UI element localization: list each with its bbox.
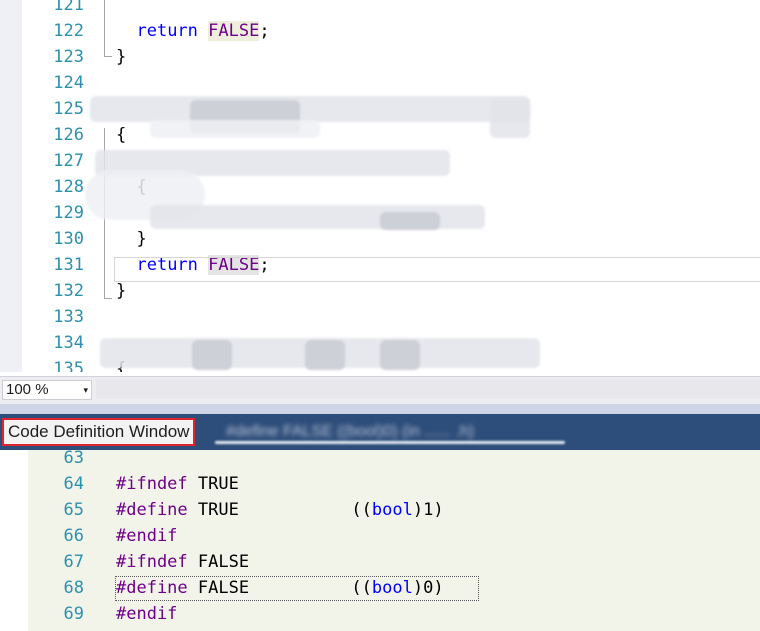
definition-line: 65 #define TRUE ((bool)1) bbox=[0, 497, 760, 523]
code-token: TRUE bbox=[187, 474, 239, 494]
code-token: ; bbox=[259, 21, 270, 41]
editor-line: 123} bbox=[0, 44, 760, 70]
code-token: FALSE bbox=[208, 21, 260, 41]
line-number: 134 bbox=[53, 333, 84, 353]
line-number: 131 bbox=[53, 255, 84, 275]
line-number: 123 bbox=[53, 47, 84, 67]
code-text: #ifndef TRUE bbox=[116, 471, 239, 497]
line-number: 122 bbox=[53, 21, 84, 41]
code-token: )1) bbox=[412, 500, 444, 520]
definition-line: 67 #ifndef FALSE bbox=[0, 549, 760, 575]
editor-line: 126 { bbox=[0, 122, 760, 148]
code-token: } bbox=[116, 281, 127, 301]
editor-status-bar: 100 % ▾ bbox=[0, 376, 760, 404]
code-token: #endif bbox=[116, 526, 178, 546]
editor-line: 122 return FALSE; bbox=[0, 18, 760, 44]
line-number: 135 bbox=[53, 359, 84, 372]
redacted-text bbox=[90, 96, 530, 122]
redacted-text bbox=[380, 212, 440, 230]
code-token: #ifndef bbox=[116, 552, 188, 572]
code-text: #endif bbox=[116, 523, 177, 549]
chevron-down-icon: ▾ bbox=[83, 385, 88, 395]
definition-line: 69 #endif bbox=[0, 601, 760, 627]
definition-line: 66 #endif bbox=[0, 523, 760, 549]
line-number: 63 bbox=[63, 450, 84, 468]
code-token: return bbox=[136, 21, 209, 41]
fold-guide-end bbox=[104, 298, 112, 299]
line-number: 66 bbox=[63, 526, 84, 546]
definition-selection bbox=[115, 576, 479, 601]
line-number: 133 bbox=[53, 307, 84, 327]
redacted-text bbox=[380, 340, 420, 370]
current-line-highlight bbox=[114, 257, 760, 282]
line-number: 65 bbox=[63, 500, 84, 520]
line-number: 132 bbox=[53, 281, 84, 301]
line-number: 68 bbox=[63, 578, 84, 598]
code-token: #define bbox=[116, 500, 188, 520]
line-number: 128 bbox=[53, 177, 84, 197]
code-text: #ifndef FALSE bbox=[116, 549, 249, 575]
code-text: { bbox=[116, 122, 126, 148]
horizontal-scrollbar[interactable] bbox=[96, 379, 760, 399]
line-number: 127 bbox=[53, 151, 84, 171]
line-number: 64 bbox=[63, 474, 84, 494]
code-token: #ifndef bbox=[116, 474, 188, 494]
code-token: FALSE bbox=[187, 552, 250, 572]
redacted-text: #define FALSE ((bool)0) (in ...... .h) bbox=[226, 423, 475, 440]
line-number: 121 bbox=[53, 0, 84, 15]
editor-line: 121 bbox=[0, 0, 760, 18]
code-token: { bbox=[116, 125, 127, 145]
panel-splitter[interactable] bbox=[0, 404, 760, 414]
panel-tab-code-definition-window[interactable]: Code Definition Window bbox=[2, 418, 196, 446]
fold-guide-end bbox=[104, 56, 112, 57]
code-text: return FALSE; bbox=[116, 18, 270, 44]
line-number: 67 bbox=[63, 552, 84, 572]
line-number: 69 bbox=[63, 604, 84, 624]
redacted-text bbox=[305, 340, 345, 370]
code-token: bool bbox=[371, 500, 413, 520]
line-number: 125 bbox=[53, 99, 84, 119]
zoom-dropdown[interactable]: 100 % ▾ bbox=[2, 380, 92, 400]
editor-line: 133 bbox=[0, 304, 760, 330]
definition-line: 63 bbox=[0, 450, 760, 471]
code-editor[interactable]: 121 122 return FALSE; 123} 124 125 126{127 128… bbox=[0, 0, 760, 372]
definition-line: 64 #ifndef TRUE bbox=[0, 471, 760, 497]
code-text: } bbox=[116, 44, 126, 70]
code-token: #endif bbox=[116, 604, 178, 624]
fold-guide bbox=[104, 0, 105, 56]
zoom-value: 100 % bbox=[6, 381, 49, 398]
line-number: 130 bbox=[53, 229, 84, 249]
line-number: 129 bbox=[53, 203, 84, 223]
code-definition-window[interactable]: 63 64 #ifndef TRUE 65 #define TRUE ((bool)1)… bbox=[0, 450, 760, 631]
redacted-text bbox=[490, 98, 530, 138]
editor-line: 130 } bbox=[0, 226, 760, 252]
line-number: 124 bbox=[53, 73, 84, 93]
redacted-text bbox=[215, 441, 565, 444]
code-text: #endif bbox=[116, 601, 177, 627]
code-token: TRUE (( bbox=[187, 500, 372, 520]
code-token: } bbox=[136, 229, 147, 249]
code-text: #define TRUE ((bool)1) bbox=[116, 497, 444, 523]
panel-header: Code Definition Window #define FALSE ((b… bbox=[0, 414, 760, 450]
code-text: } bbox=[116, 226, 147, 252]
line-number: 126 bbox=[53, 125, 84, 145]
editor-line: 124 bbox=[0, 70, 760, 96]
code-token: } bbox=[116, 47, 127, 67]
redacted-text bbox=[192, 340, 232, 370]
redacted-text bbox=[150, 120, 320, 138]
